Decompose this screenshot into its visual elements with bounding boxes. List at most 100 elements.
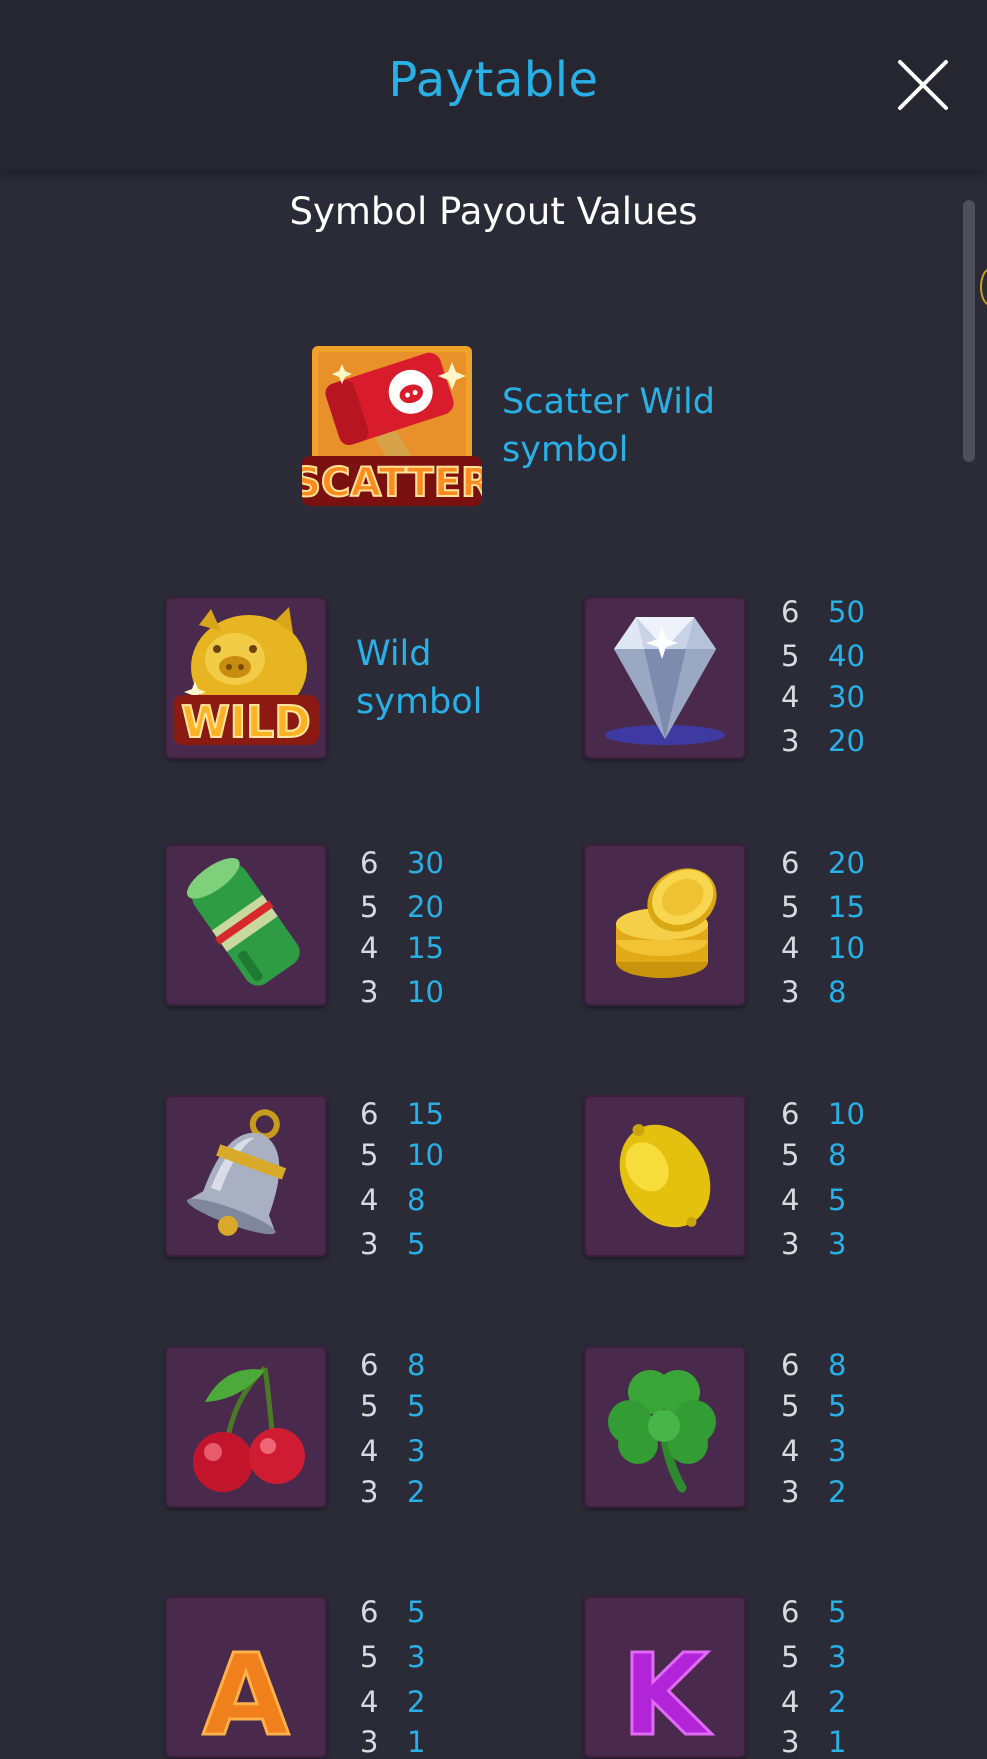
payout-count: 4: [781, 1183, 800, 1217]
scatter-badge-text: SCATTER: [302, 460, 482, 506]
payout-value: 5: [828, 1183, 847, 1217]
payout-count: 4: [781, 1685, 800, 1719]
payout-value: 15: [407, 1097, 444, 1131]
payout-value: 5: [407, 1227, 426, 1261]
payout-count: 6: [360, 1595, 379, 1629]
payout-count: 6: [781, 846, 800, 880]
payout-value: 30: [828, 680, 865, 714]
page-title: Paytable: [388, 52, 599, 108]
payout-count: 5: [781, 890, 800, 924]
payout-count: 5: [781, 1389, 800, 1423]
section-title: Symbol Payout Values: [289, 190, 698, 233]
lemon-tile: [584, 1095, 746, 1257]
payout-count: 3: [360, 975, 379, 1009]
cherries-tile: [165, 1346, 327, 1508]
cash-roll-tile: [165, 844, 327, 1006]
payout-count: 5: [781, 1640, 800, 1674]
payout-value: 10: [828, 931, 865, 965]
payout-count: 3: [781, 1725, 800, 1759]
header-bar: Paytable: [0, 0, 987, 170]
payout-count: 5: [781, 1138, 800, 1172]
letter-a-tile: A: [165, 1596, 327, 1758]
clover-tile: [584, 1346, 746, 1508]
payout-count: 6: [360, 1097, 379, 1131]
payout-value: 3: [828, 1640, 847, 1674]
payout-count: 3: [781, 1227, 800, 1261]
payout-value: 2: [407, 1475, 426, 1509]
payout-count: 6: [781, 1348, 800, 1382]
payout-count: 6: [781, 1595, 800, 1629]
payout-value: 2: [828, 1685, 847, 1719]
payout-value: 5: [828, 1595, 847, 1629]
payout-value: 1: [828, 1725, 847, 1759]
cherries-icon: [193, 1366, 305, 1492]
diamond-tile: [584, 597, 746, 759]
payout-count: 6: [781, 595, 800, 629]
diamond-icon: [605, 617, 725, 745]
lemon-icon: [619, 1124, 711, 1228]
gold-coins-icon: [616, 868, 717, 978]
close-icon[interactable]: [896, 58, 950, 112]
payout-count: 4: [360, 931, 379, 965]
payout-value: 1: [407, 1725, 426, 1759]
payout-count: 4: [360, 1434, 379, 1468]
payout-count: 3: [781, 1475, 800, 1509]
payout-value: 30: [407, 846, 444, 880]
wild-label-line2: symbol: [356, 682, 483, 722]
wild-tile: WILD: [165, 597, 327, 759]
letter-a-text: A: [203, 1631, 290, 1758]
letter-a-icon: A: [201, 1630, 291, 1759]
bell-icon: [187, 1109, 287, 1236]
payout-value: 8: [828, 975, 847, 1009]
payout-value: 20: [407, 890, 444, 924]
payout-count: 6: [781, 1097, 800, 1131]
payout-value: 10: [407, 975, 444, 1009]
payout-value: 5: [828, 1389, 847, 1423]
payout-value: 8: [407, 1348, 426, 1382]
payout-count: 3: [360, 1227, 379, 1261]
edge-coin-icon: [980, 268, 987, 306]
clover-icon: [608, 1370, 716, 1493]
payout-value: 10: [828, 1097, 865, 1131]
payout-count: 4: [360, 1183, 379, 1217]
payout-value: 8: [407, 1183, 426, 1217]
payout-value: 3: [407, 1434, 426, 1468]
payout-count: 4: [781, 680, 800, 714]
payout-count: 3: [781, 975, 800, 1009]
payout-value: 2: [407, 1685, 426, 1719]
payout-count: 5: [360, 1389, 379, 1423]
payout-value: 5: [407, 1595, 426, 1629]
payout-value: 10: [407, 1138, 444, 1172]
scatter-hammer-icon: SCATTER: [302, 346, 482, 507]
payout-count: 4: [360, 1685, 379, 1719]
payout-value: 15: [828, 890, 865, 924]
payout-value: 5: [407, 1389, 426, 1423]
golden-pig-wild-icon: WILD: [173, 607, 319, 749]
letter-k-text: K: [622, 1631, 713, 1758]
bell-tile: [165, 1095, 327, 1257]
payout-count: 5: [360, 1640, 379, 1674]
gold-coins-tile: [584, 844, 746, 1006]
payout-value: 15: [407, 931, 444, 965]
payout-value: 3: [828, 1434, 847, 1468]
payout-value: 2: [828, 1475, 847, 1509]
payout-count: 5: [781, 639, 800, 673]
payout-count: 4: [781, 931, 800, 965]
scatter-label-line2: symbol: [502, 430, 629, 470]
payout-count: 6: [360, 1348, 379, 1382]
payout-count: 3: [360, 1475, 379, 1509]
scatter-label-line1: Scatter Wild: [502, 382, 715, 422]
payout-value: 20: [828, 724, 865, 758]
payout-count: 3: [781, 724, 800, 758]
letter-k-tile: K: [584, 1596, 746, 1758]
payout-value: 8: [828, 1348, 847, 1382]
payout-count: 5: [360, 890, 379, 924]
payout-count: 6: [360, 846, 379, 880]
cash-roll-icon: [186, 857, 300, 986]
payout-value: 3: [407, 1640, 426, 1674]
scrollbar-thumb[interactable]: [963, 200, 975, 462]
payout-value: 50: [828, 595, 865, 629]
payout-value: 3: [828, 1227, 847, 1261]
wild-label-line1: Wild: [356, 634, 432, 674]
letter-k-icon: K: [620, 1630, 714, 1759]
